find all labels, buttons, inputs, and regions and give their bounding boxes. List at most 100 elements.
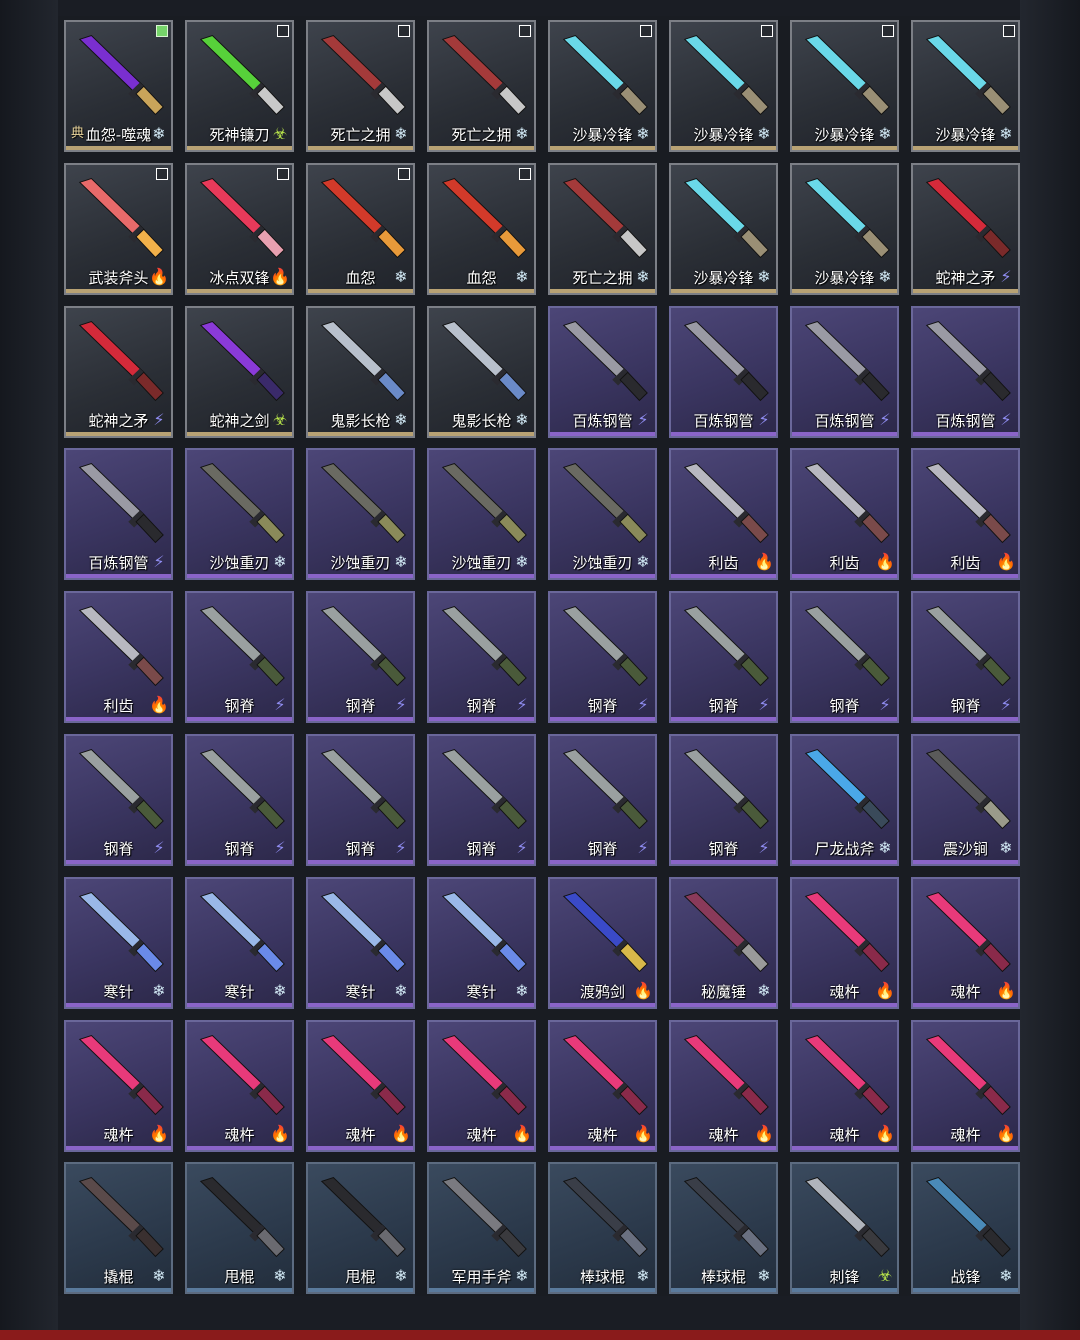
weapon-slot[interactable]: 魂杵 🔥 — [790, 877, 899, 1009]
weapon-slot[interactable]: 钢脊 ⚡ — [427, 734, 536, 866]
weapon-slot[interactable]: 百炼钢管 ⚡ — [911, 306, 1020, 438]
weapon-slot[interactable]: 钢脊 ⚡ — [669, 591, 778, 723]
weapon-slot[interactable]: 沙蚀重刃 ❄ — [548, 448, 657, 580]
select-checkbox[interactable] — [398, 25, 410, 37]
weapon-slot[interactable]: 百炼钢管 ⚡ — [548, 306, 657, 438]
weapon-slot[interactable]: 魂杵 🔥 — [911, 1020, 1020, 1152]
weapon-slot[interactable]: 魂杵 🔥 — [548, 1020, 657, 1152]
weapon-slot[interactable]: 寒针 ❄ — [427, 877, 536, 1009]
weapon-slot[interactable]: 沙暴冷锋 ❄ — [548, 20, 657, 152]
lightning-icon: ⚡ — [274, 838, 286, 857]
weapon-slot[interactable]: 死神镰刀 ☣ — [185, 20, 294, 152]
weapon-slot[interactable]: 钢脊 ⚡ — [911, 591, 1020, 723]
lightning-icon: ⚡ — [758, 838, 770, 857]
weapon-slot[interactable]: 利齿 🔥 — [790, 448, 899, 580]
weapon-slot[interactable]: 魂杵 🔥 — [669, 1020, 778, 1152]
weapon-slot[interactable]: 甩棍 ❄ — [185, 1162, 294, 1294]
weapon-slot[interactable]: 沙暴冷锋 ❄ — [669, 163, 778, 295]
weapon-slot[interactable]: 钢脊 ⚡ — [790, 591, 899, 723]
weapon-slot[interactable]: 鬼影长枪 ❄ — [427, 306, 536, 438]
select-checkbox[interactable] — [277, 168, 289, 180]
rarity-bar — [187, 574, 292, 578]
weapon-slot[interactable]: 利齿 🔥 — [64, 591, 173, 723]
weapon-slot[interactable]: 沙蚀重刃 ❄ — [306, 448, 415, 580]
weapon-slot[interactable]: 震沙锏 ❄ — [911, 734, 1020, 866]
weapon-slot[interactable]: 血怨 ❄ — [427, 163, 536, 295]
select-checkbox[interactable] — [398, 168, 410, 180]
weapon-slot[interactable]: 沙暴冷锋 ❄ — [669, 20, 778, 152]
weapon-slot[interactable]: 钢脊 ⚡ — [306, 734, 415, 866]
weapon-slot[interactable]: 军用手斧 ❄ — [427, 1162, 536, 1294]
weapon-slot[interactable]: 血怨 ❄ — [306, 163, 415, 295]
weapon-slot[interactable]: 秘魔锤 ❄ — [669, 877, 778, 1009]
weapon-slot[interactable]: 利齿 🔥 — [669, 448, 778, 580]
select-checkbox[interactable] — [640, 25, 652, 37]
weapon-slot[interactable]: 刺锋 ☣ — [790, 1162, 899, 1294]
select-checkbox[interactable] — [1003, 25, 1015, 37]
weapon-slot[interactable]: 蛇神之矛 ⚡ — [911, 163, 1020, 295]
weapon-slot[interactable]: 魂杵 🔥 — [185, 1020, 294, 1152]
rarity-bar — [429, 574, 534, 578]
weapon-slot[interactable]: 寒针 ❄ — [306, 877, 415, 1009]
weapon-slot[interactable]: 钢脊 ⚡ — [185, 734, 294, 866]
weapon-slot[interactable]: 钢脊 ⚡ — [64, 734, 173, 866]
weapon-slot[interactable]: 鬼影长枪 ❄ — [306, 306, 415, 438]
select-checkbox[interactable] — [882, 25, 894, 37]
select-checkbox[interactable] — [277, 25, 289, 37]
snowflake-icon: ❄ — [515, 1266, 529, 1285]
weapon-slot[interactable]: 钢脊 ⚡ — [548, 591, 657, 723]
weapon-slot[interactable]: 寒针 ❄ — [185, 877, 294, 1009]
weapon-slot[interactable]: 魂杵 🔥 — [306, 1020, 415, 1152]
weapon-slot[interactable]: 渡鸦剑 🔥 — [548, 877, 657, 1009]
weapon-slot[interactable]: 沙暴冷锋 ❄ — [790, 163, 899, 295]
weapon-slot[interactable]: 沙蚀重刃 ❄ — [427, 448, 536, 580]
select-checkbox[interactable] — [519, 168, 531, 180]
weapon-slot[interactable]: 利齿 🔥 — [911, 448, 1020, 580]
fire-icon: 🔥 — [633, 981, 653, 1000]
weapon-slot[interactable]: 魂杵 🔥 — [911, 877, 1020, 1009]
weapon-slot[interactable]: 钢脊 ⚡ — [669, 734, 778, 866]
weapon-slot[interactable]: 冰点双锋 🔥 — [185, 163, 294, 295]
snowflake-icon: ❄ — [515, 124, 529, 143]
weapon-slot[interactable]: 棒球棍 ❄ — [669, 1162, 778, 1294]
weapon-slot[interactable]: 武装斧头 🔥 — [64, 163, 173, 295]
weapon-slot[interactable]: 百炼钢管 ⚡ — [669, 306, 778, 438]
fire-icon: 🔥 — [875, 1124, 895, 1143]
lightning-icon: ⚡ — [153, 552, 165, 571]
weapon-slot[interactable]: 百炼钢管 ⚡ — [64, 448, 173, 580]
weapon-slot[interactable]: 死亡之拥 ❄ — [306, 20, 415, 152]
rarity-bar — [913, 1288, 1018, 1292]
select-checkbox[interactable] — [519, 25, 531, 37]
weapon-slot[interactable]: 棒球棍 ❄ — [548, 1162, 657, 1294]
weapon-slot[interactable]: 魂杵 🔥 — [427, 1020, 536, 1152]
weapon-slot[interactable]: 典血怨-噬魂 ❄ — [64, 20, 173, 152]
weapon-slot[interactable]: 死亡之拥 ❄ — [548, 163, 657, 295]
select-checkbox[interactable] — [156, 25, 168, 37]
snowflake-icon: ❄ — [394, 552, 408, 571]
weapon-slot[interactable]: 沙蚀重刃 ❄ — [185, 448, 294, 580]
weapon-slot[interactable]: 蛇神之剑 ☣ — [185, 306, 294, 438]
weapon-slot[interactable]: 钢脊 ⚡ — [427, 591, 536, 723]
select-checkbox[interactable] — [156, 168, 168, 180]
fire-icon: 🔥 — [149, 695, 169, 714]
weapon-slot[interactable]: 撬棍 ❄ — [64, 1162, 173, 1294]
weapon-slot[interactable]: 钢脊 ⚡ — [548, 734, 657, 866]
weapon-slot[interactable]: 魂杵 🔥 — [790, 1020, 899, 1152]
weapon-slot[interactable]: 沙暴冷锋 ❄ — [911, 20, 1020, 152]
rarity-bar — [671, 717, 776, 721]
select-checkbox[interactable] — [761, 25, 773, 37]
weapon-slot[interactable]: 死亡之拥 ❄ — [427, 20, 536, 152]
weapon-slot[interactable]: 战锋 ❄ — [911, 1162, 1020, 1294]
weapon-slot[interactable]: 魂杵 🔥 — [64, 1020, 173, 1152]
weapon-slot[interactable]: 钢脊 ⚡ — [306, 591, 415, 723]
weapon-slot[interactable]: 寒针 ❄ — [64, 877, 173, 1009]
rarity-bar — [308, 860, 413, 864]
weapon-slot[interactable]: 尸龙战斧 ❄ — [790, 734, 899, 866]
rarity-bar — [308, 1146, 413, 1150]
weapon-slot[interactable]: 钢脊 ⚡ — [185, 591, 294, 723]
weapon-slot[interactable]: 甩棍 ❄ — [306, 1162, 415, 1294]
weapon-slot[interactable]: 沙暴冷锋 ❄ — [790, 20, 899, 152]
fire-icon: 🔥 — [149, 1124, 169, 1143]
weapon-slot[interactable]: 百炼钢管 ⚡ — [790, 306, 899, 438]
weapon-slot[interactable]: 蛇神之矛 ⚡ — [64, 306, 173, 438]
